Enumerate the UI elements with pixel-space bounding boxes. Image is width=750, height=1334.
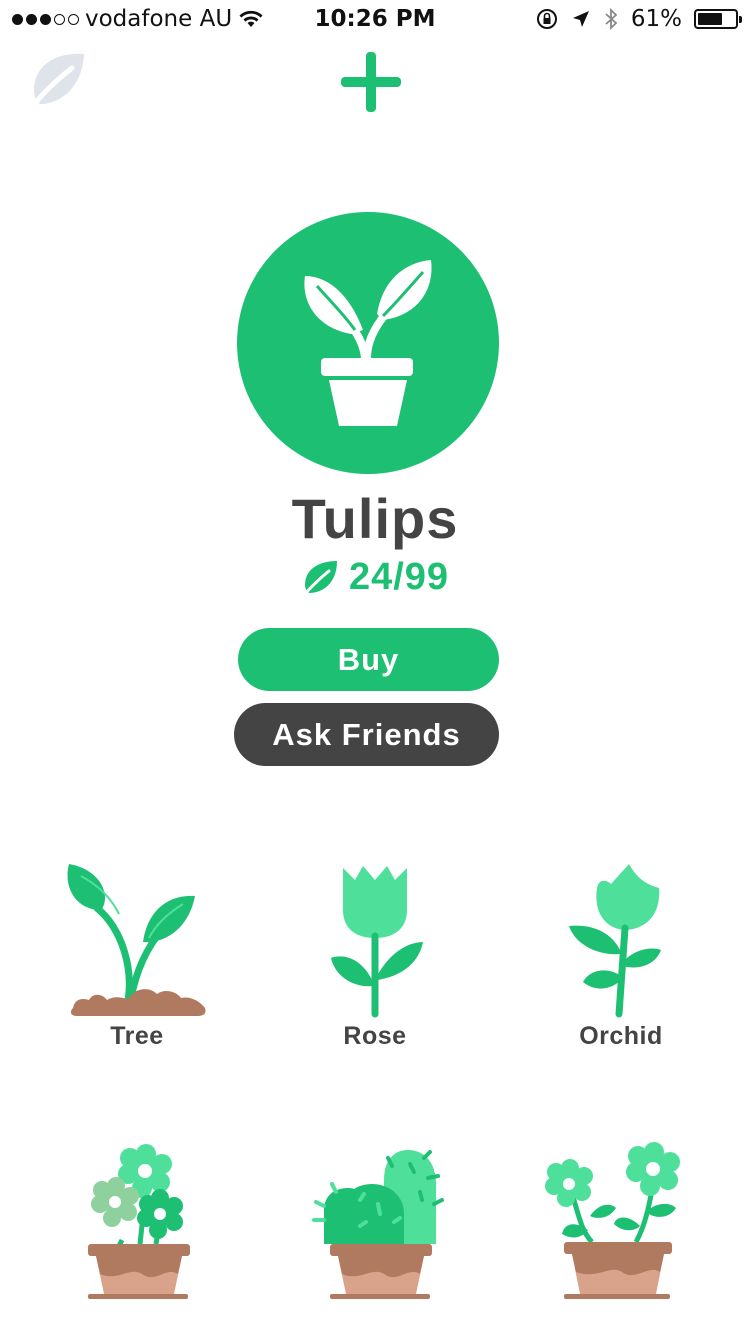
ask-friends-button[interactable]: Ask Friends (234, 703, 499, 766)
plant-avatar (237, 212, 499, 474)
plant-option-cactus[interactable] (304, 1140, 464, 1300)
rose-icon (331, 866, 423, 1018)
plant-progress: 24/99 (0, 556, 750, 599)
sprout-icon (67, 864, 206, 1016)
battery-icon (694, 9, 742, 29)
cactus-pot-icon (312, 1150, 444, 1299)
plant-option-label: Tree (110, 1022, 164, 1050)
status-bar: vodafone AU 10:26 PM 61% (0, 0, 750, 40)
add-plant-button[interactable] (339, 50, 403, 118)
potted-plant-icon (304, 260, 432, 426)
plant-option-label: Orchid (579, 1022, 663, 1050)
daisy-pot-icon (545, 1142, 680, 1299)
plant-option-rose[interactable]: Rose (295, 858, 455, 1051)
plant-option-label: Rose (343, 1022, 407, 1050)
plant-name: Tulips (291, 487, 459, 550)
plant-option-tree[interactable]: Tree (57, 858, 217, 1051)
buy-button[interactable]: Buy (238, 628, 499, 691)
status-right: 61% (535, 6, 742, 32)
bluetooth-icon (605, 7, 618, 31)
plus-icon (341, 52, 401, 112)
plant-option-flower-pot[interactable] (70, 1140, 230, 1300)
rotation-lock-icon (536, 9, 557, 29)
leaf-icon (301, 560, 337, 597)
leaf-icon[interactable] (27, 52, 86, 116)
orchid-icon (569, 864, 661, 1018)
plant-option-daisy-pot[interactable] (540, 1140, 700, 1300)
battery-percent: 61% (630, 6, 682, 32)
flower-pot-icon (88, 1144, 190, 1299)
plant-option-orchid[interactable]: Orchid (541, 858, 701, 1051)
progress-count: 24/99 (348, 556, 450, 598)
location-arrow-icon (572, 11, 589, 27)
